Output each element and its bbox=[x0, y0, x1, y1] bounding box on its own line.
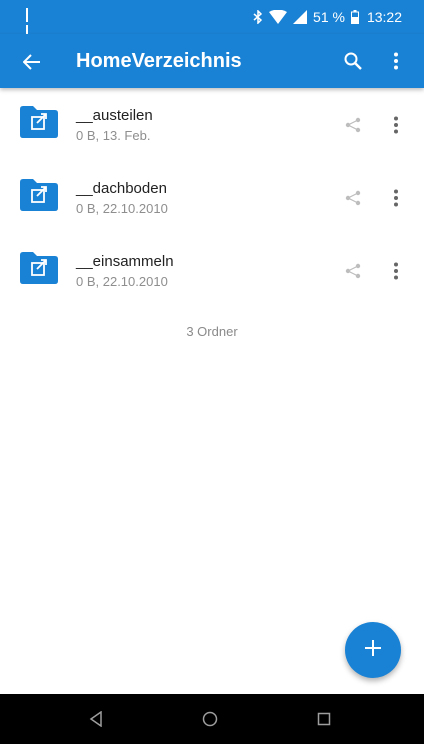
more-vert-icon[interactable] bbox=[382, 46, 410, 76]
more-vert-icon[interactable] bbox=[386, 113, 406, 137]
more-vert-icon[interactable] bbox=[386, 259, 406, 283]
battery-icon bbox=[350, 10, 359, 24]
folder-meta: 0 B, 13. Feb. bbox=[76, 128, 151, 143]
list-item[interactable]: __einsammeln 0 B, 22.10.2010 bbox=[0, 234, 424, 307]
clock: 13:22 bbox=[366, 9, 402, 25]
search-icon[interactable] bbox=[338, 46, 368, 76]
back-arrow-icon[interactable] bbox=[18, 48, 46, 76]
notification-icon bbox=[26, 8, 31, 39]
folder-name: __dachboden bbox=[76, 180, 167, 197]
navigation-bar bbox=[0, 694, 424, 744]
shared-folder-icon bbox=[20, 106, 58, 138]
home-circle-icon[interactable] bbox=[198, 707, 222, 731]
bluetooth-icon bbox=[253, 10, 263, 24]
share-icon[interactable] bbox=[342, 260, 364, 282]
signal-icon bbox=[293, 10, 308, 24]
folder-name: __einsammeln bbox=[76, 253, 174, 270]
add-button[interactable] bbox=[345, 622, 401, 678]
plus-icon bbox=[364, 639, 382, 662]
share-icon[interactable] bbox=[342, 114, 364, 136]
list-item[interactable]: __dachboden 0 B, 22.10.2010 bbox=[0, 161, 424, 234]
shared-folder-icon bbox=[20, 252, 58, 284]
recents-square-icon[interactable] bbox=[312, 707, 336, 731]
folder-meta: 0 B, 22.10.2010 bbox=[76, 201, 168, 216]
folder-count: 3 Ordner bbox=[186, 324, 238, 339]
share-icon[interactable] bbox=[342, 187, 364, 209]
shared-folder-icon bbox=[20, 179, 58, 211]
page-title: HomeVerzeichnis bbox=[76, 50, 242, 72]
folder-list: __austeilen 0 B, 13. Feb. __dachboden 0 … bbox=[0, 88, 424, 307]
more-vert-icon[interactable] bbox=[386, 186, 406, 210]
status-bar: 51 % 13:22 bbox=[0, 0, 424, 39]
back-triangle-icon[interactable] bbox=[84, 707, 108, 731]
folder-name: __austeilen bbox=[76, 107, 153, 124]
battery-percent: 51 % bbox=[313, 9, 345, 25]
list-item[interactable]: __austeilen 0 B, 13. Feb. bbox=[0, 88, 424, 161]
app-bar: HomeVerzeichnis bbox=[0, 34, 424, 88]
folder-meta: 0 B, 22.10.2010 bbox=[76, 274, 168, 289]
wifi-icon bbox=[269, 10, 288, 24]
